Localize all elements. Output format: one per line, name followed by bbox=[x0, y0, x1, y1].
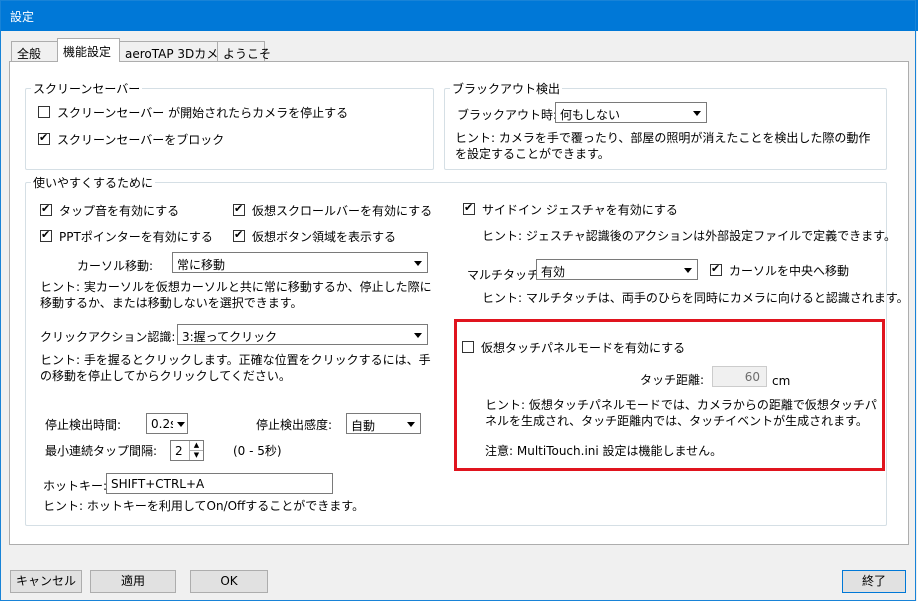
tab-welcome[interactable]: ようこそ bbox=[217, 41, 271, 61]
hotkey-input[interactable]: SHIFT+CTRL+A bbox=[106, 473, 333, 494]
stop-sensitivity-select[interactable]: 自動 bbox=[346, 413, 421, 434]
stop-time-select[interactable]: 0.2s bbox=[146, 413, 188, 434]
check-icon: ✔ bbox=[41, 228, 51, 241]
chevron-down-icon[interactable] bbox=[680, 260, 697, 279]
multitouch-label: マルチタッチ: bbox=[467, 268, 544, 282]
ppt-pointer-checkbox[interactable]: ✔ bbox=[40, 228, 52, 242]
tab-label: 機能設定 bbox=[63, 45, 112, 59]
check-icon: ✔ bbox=[464, 201, 474, 214]
touch-distance-input[interactable]: 60 bbox=[712, 366, 767, 387]
multitouch-select[interactable]: 有効 bbox=[536, 259, 698, 280]
virtual-panel-note: 注意: MultiTouch.ini 設定は機能しません。 bbox=[485, 444, 723, 458]
blackout-hint: ヒント: カメラを手で覆ったり、部屋の照明が消えたことを検出した際の動作を設定す… bbox=[455, 131, 871, 161]
tap-sound-label: タップ音を有効にする bbox=[59, 204, 180, 218]
blackout-group-label: ブラックアウト検出 bbox=[450, 80, 563, 97]
stop-time-label: 停止検出時間: bbox=[45, 418, 122, 432]
cursor-move-label: カーソル移動: bbox=[77, 259, 154, 273]
blackout-select[interactable]: 何もしない bbox=[555, 102, 707, 123]
stop-sensitivity-label: 停止検出感度: bbox=[256, 418, 333, 432]
tap-sound-checkbox[interactable]: ✔ bbox=[40, 202, 52, 216]
virtual-scrollbar-checkbox[interactable]: ✔ bbox=[233, 202, 245, 216]
cursor-center-checkbox[interactable]: ✔ bbox=[710, 262, 722, 276]
click-action-hint: ヒント: 手を握るとクリックします。正確な位置をクリックするには、手の移動を停止… bbox=[40, 353, 431, 383]
chevron-down-icon[interactable] bbox=[410, 253, 427, 272]
virtual-button-area-checkbox[interactable]: ✔ bbox=[233, 228, 245, 242]
min-taps-stepper[interactable]: 2 ▲ ▼ bbox=[170, 440, 204, 461]
screensaver-group bbox=[25, 88, 434, 170]
block-screensaver-checkbox[interactable]: ✔ bbox=[38, 131, 50, 145]
usability-group-label: 使いやすくするために bbox=[31, 174, 156, 191]
side-in-label: サイドイン ジェスチャを有効にする bbox=[482, 203, 678, 217]
cursor-move-hint: ヒント: 実カーソルを仮想カーソルと共に常に移動するか、停止した際に移動するか、… bbox=[40, 280, 432, 310]
up-arrow-icon[interactable]: ▲ bbox=[189, 441, 203, 451]
exit-button[interactable]: 終了 bbox=[842, 570, 906, 593]
cursor-move-select[interactable]: 常に移動 bbox=[172, 252, 428, 273]
virtual-panel-hint: ヒント: 仮想タッチパネルモードでは、カメラからの距離で仮想タッチパネルを生成さ… bbox=[485, 398, 877, 428]
block-screensaver-label: スクリーンセーバーをブロック bbox=[57, 133, 225, 147]
tab-general[interactable]: 全般 bbox=[11, 41, 59, 61]
tab-features[interactable]: 機能設定 bbox=[57, 38, 120, 62]
cursor-center-label: カーソルを中央へ移動 bbox=[729, 264, 850, 278]
chevron-down-icon[interactable] bbox=[410, 325, 427, 344]
click-action-select[interactable]: 3:握ってクリック bbox=[177, 324, 428, 345]
title-bar: 設定 bbox=[0, 0, 918, 31]
hotkey-label: ホットキー: bbox=[43, 479, 108, 493]
multitouch-value: 有効 bbox=[541, 265, 566, 279]
chevron-down-icon[interactable] bbox=[689, 103, 706, 122]
side-in-checkbox[interactable]: ✔ bbox=[463, 201, 475, 215]
virtual-panel-checkbox[interactable] bbox=[462, 341, 474, 353]
check-icon: ✔ bbox=[234, 202, 244, 215]
min-taps-range: (0 - 5秒) bbox=[233, 444, 282, 458]
check-icon: ✔ bbox=[39, 131, 49, 144]
stop-sensitivity-value: 自動 bbox=[351, 419, 376, 433]
click-action-label: クリックアクション認識: bbox=[40, 330, 176, 344]
cursor-move-value: 常に移動 bbox=[177, 258, 226, 272]
chevron-down-icon[interactable] bbox=[403, 414, 420, 433]
window-title: 設定 bbox=[10, 10, 35, 24]
ok-button[interactable]: OK bbox=[190, 570, 268, 593]
blackout-label: ブラックアウト時: bbox=[457, 108, 558, 122]
virtual-scrollbar-label: 仮想スクロールバーを有効にする bbox=[252, 204, 433, 218]
tab-label: ようこそ bbox=[223, 47, 272, 61]
ppt-pointer-label: PPTポインターを有効にする bbox=[59, 230, 213, 244]
hotkey-hint: ヒント: ホットキーを利用してOn/Offすることができます。 bbox=[43, 499, 365, 513]
hotkey-value: SHIFT+CTRL+A bbox=[111, 477, 205, 491]
tab-aerotap-3d-camera[interactable]: aeroTAP 3Dカメラ bbox=[119, 41, 230, 61]
check-icon: ✔ bbox=[711, 262, 721, 275]
apply-button[interactable]: 適用 bbox=[90, 570, 176, 593]
check-icon: ✔ bbox=[41, 202, 51, 215]
stop-camera-checkbox[interactable] bbox=[38, 106, 50, 118]
tab-label: 全般 bbox=[17, 47, 42, 61]
stop-camera-label: スクリーンセーバー が開始されたらカメラを停止する bbox=[57, 106, 349, 120]
click-action-value: 3:握ってクリック bbox=[182, 330, 278, 344]
tab-label: aeroTAP 3Dカメラ bbox=[125, 47, 231, 61]
chevron-down-icon[interactable] bbox=[173, 414, 187, 433]
min-taps-value: 2 bbox=[175, 444, 183, 458]
blackout-value: 何もしない bbox=[560, 108, 621, 122]
virtual-button-area-label: 仮想ボタン領域を表示する bbox=[252, 230, 397, 244]
touch-distance-unit: cm bbox=[772, 374, 791, 388]
cancel-button[interactable]: キャンセル bbox=[10, 570, 82, 593]
down-arrow-icon[interactable]: ▼ bbox=[189, 451, 203, 460]
check-icon: ✔ bbox=[234, 228, 244, 241]
touch-distance-label: タッチ距離: bbox=[640, 373, 705, 387]
multitouch-hint: ヒント: マルチタッチは、両手のひらを同時にカメラに向けると認識されます。 bbox=[482, 291, 909, 305]
touch-distance-value: 60 bbox=[744, 370, 760, 384]
side-in-hint: ヒント: ジェスチャ認識後のアクションは外部設定ファイルで定義できます。 bbox=[482, 229, 896, 243]
virtual-panel-label: 仮想タッチパネルモードを有効にする bbox=[481, 341, 686, 355]
min-taps-label: 最小連続タップ間隔: bbox=[45, 444, 158, 458]
screensaver-group-label: スクリーンセーバー bbox=[31, 80, 143, 97]
